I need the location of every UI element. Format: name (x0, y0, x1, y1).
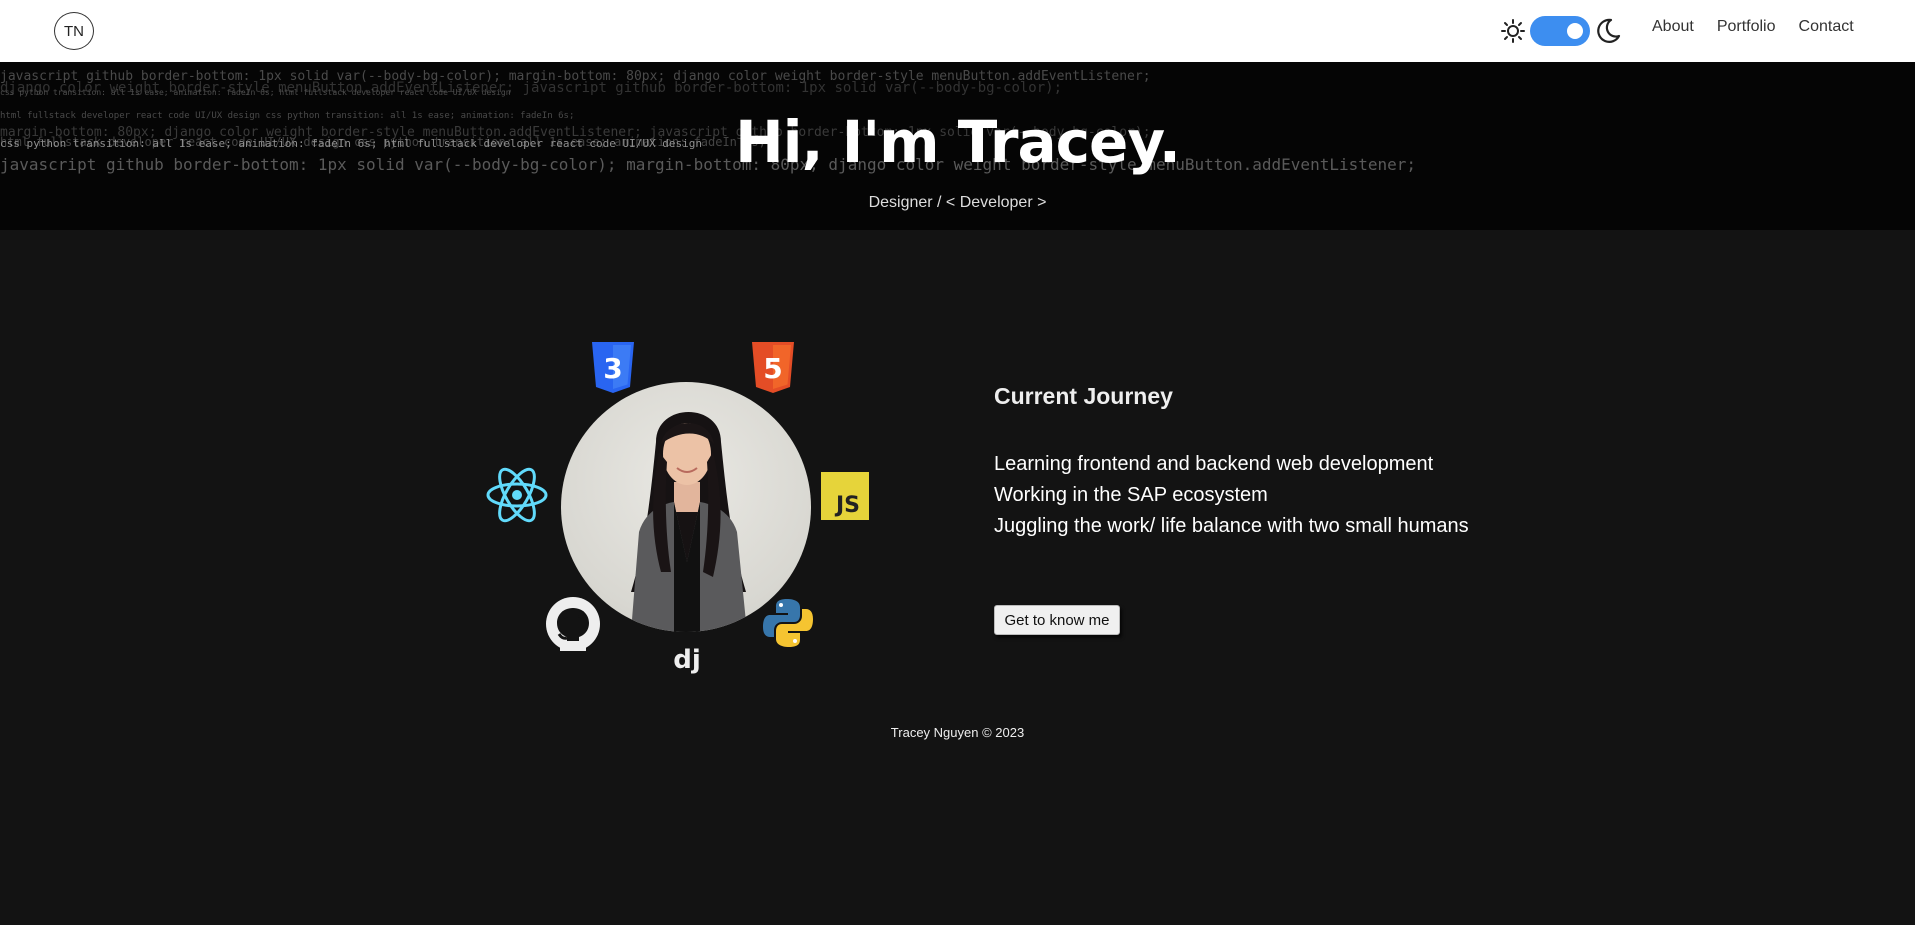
nav-menu: About Portfolio Contact (1652, 18, 1877, 36)
profile-photo (561, 382, 811, 632)
javascript-icon: JS (821, 472, 869, 520)
code-background-line: css python transition: all 1s ease; anim… (0, 88, 511, 97)
django-icon-label: dj (673, 645, 701, 675)
nav-link-about[interactable]: About (1652, 18, 1694, 36)
html5-icon: 5 (752, 342, 794, 393)
javascript-icon-label: JS (834, 493, 860, 518)
logo[interactable]: TN (54, 12, 94, 50)
nav-link-portfolio[interactable]: Portfolio (1717, 18, 1776, 36)
css3-icon-label: 3 (603, 352, 622, 385)
django-icon: dj (673, 645, 701, 675)
hero-title: Hi, I'm Tracey. (735, 108, 1181, 176)
top-navbar: TN About Portfolio Contact (0, 0, 1915, 62)
hero-subtitle: Designer / < Developer > (868, 194, 1047, 211)
html5-icon-label: 5 (763, 352, 782, 385)
toggle-knob (1567, 23, 1583, 39)
get-to-know-me-button[interactable]: Get to know me (994, 605, 1120, 635)
journey-heading: Current Journey (994, 383, 1173, 409)
python-icon (763, 599, 813, 647)
nav-link-contact[interactable]: Contact (1799, 18, 1854, 36)
journey-list: Learning frontend and backend web develo… (994, 449, 1474, 542)
footer: Tracey Nguyen © 2023 (890, 725, 1025, 740)
react-icon (486, 467, 548, 523)
list-item: Juggling the work/ life balance with two… (994, 515, 1469, 537)
github-icon[interactable] (546, 597, 600, 651)
theme-switcher (1500, 14, 1622, 48)
moon-icon (1597, 18, 1621, 43)
sun-icon (1501, 19, 1525, 43)
theme-toggle[interactable] (1530, 16, 1590, 46)
list-item: Working in the SAP ecosystem (994, 484, 1268, 506)
list-item: Learning frontend and backend web develo… (994, 453, 1434, 475)
portrait-illustration (631, 412, 747, 632)
hero-banner: javascript github border-bottom: 1px sol… (0, 62, 1915, 230)
css3-icon: 3 (592, 342, 634, 393)
